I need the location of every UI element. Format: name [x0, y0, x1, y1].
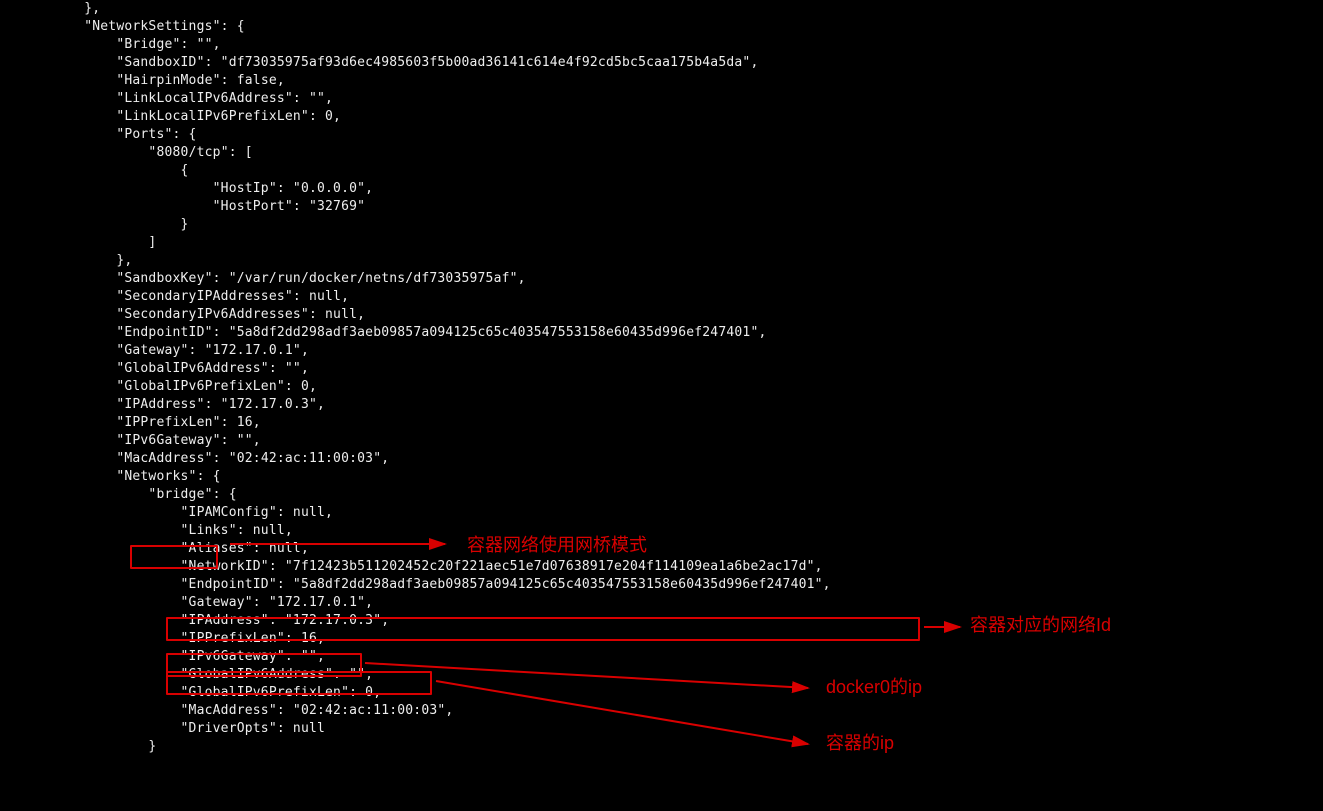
val-hairpin: false	[237, 73, 277, 88]
val-endpointid: 5a8df2dd298adf3aeb09857a094125c65c403547…	[237, 325, 751, 340]
val-secip6: null	[325, 307, 357, 322]
val-n-epid: 5a8df2dd298adf3aeb09857a094125c65c403547…	[301, 577, 815, 592]
val-mac: 02:42:ac:11:00:03	[237, 451, 373, 466]
val-ipprefix: 16	[237, 415, 253, 430]
val-n-links: null	[253, 523, 285, 538]
val-n-gateway: 172.17.0.1	[277, 595, 357, 610]
val-hostport: 32769	[317, 199, 357, 214]
val-n-ipprefix: 16	[301, 631, 317, 646]
val-sandboxid: df73035975af93d6ec4985603f5b00ad36141c61…	[229, 55, 743, 70]
val-secip: null	[309, 289, 341, 304]
val-llip6pl: 0	[325, 109, 333, 124]
val-n-driveropts: null	[293, 721, 325, 736]
val-gateway: 172.17.0.1	[213, 343, 293, 358]
val-ipaddr: 172.17.0.3	[229, 397, 309, 412]
val-n-gip6pl: 0	[365, 685, 373, 700]
terminal-pane: }, "NetworkSettings": { "Bridge": "", "S…	[0, 0, 1323, 811]
val-n-ipaddr: 172.17.0.3	[293, 613, 373, 628]
val-gip6pl: 0	[301, 379, 309, 394]
val-sandboxkey: /var/run/docker/netns/df73035975af	[237, 271, 510, 286]
val-n-aliases: null	[269, 541, 301, 556]
val-port-key: 8080/tcp	[156, 145, 220, 160]
val-n-mac: 02:42:ac:11:00:03	[301, 703, 437, 718]
json-output: }, "NetworkSettings": { "Bridge": "", "S…	[0, 0, 1323, 756]
val-hostip: 0.0.0.0	[301, 181, 357, 196]
val-n-netid: 7f12423b511202452c20f221aec51e7d07638917…	[293, 559, 807, 574]
val-n-ipam: null	[293, 505, 325, 520]
